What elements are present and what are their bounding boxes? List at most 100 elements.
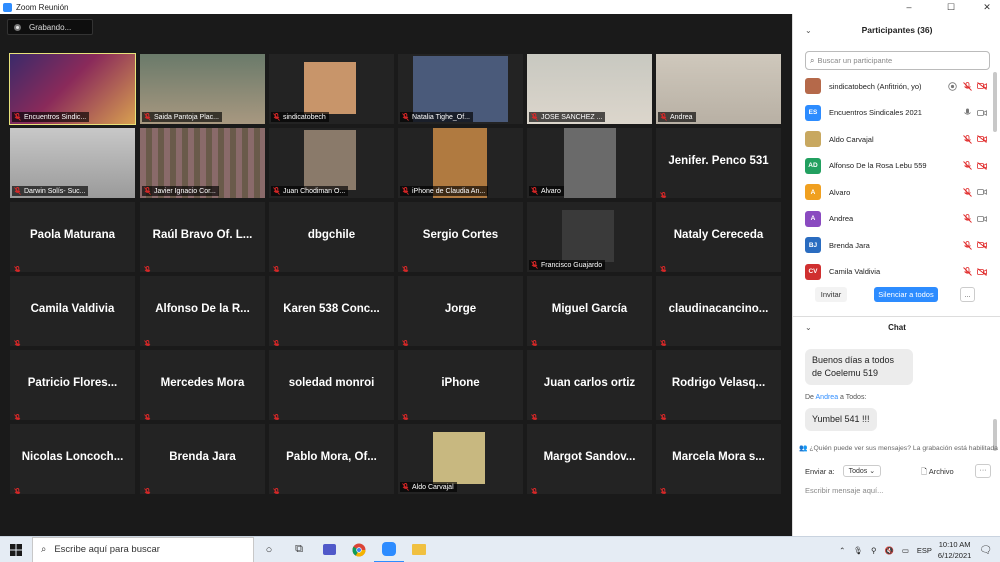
participant-tile[interactable]: Andrea [656,54,781,124]
participant-tile[interactable]: Alvaro [527,128,652,198]
participant-tile[interactable]: Camila Valdivia [10,276,135,346]
notifications-icon[interactable]: 🗨 [979,545,992,556]
participant-tile[interactable]: Alfonso De la R... [140,276,265,346]
participant-tile[interactable]: JOSE SANCHEZ ... [527,54,652,124]
chat-privacy-notice[interactable]: 👥 ¿Quién puede ver sus mensajes? La grab… [799,444,999,452]
participant-tile[interactable]: Nataly Cereceda [656,202,781,272]
mic-muted-icon[interactable] [962,161,972,171]
cortana-icon[interactable]: ○ [254,537,284,562]
mic-muted-icon[interactable] [962,81,972,91]
mic-icon[interactable] [962,108,972,118]
chevron-up-icon[interactable]: ⌃ [839,546,845,555]
participant-tile[interactable]: dbgchile [269,202,394,272]
mic-muted-icon [144,409,151,420]
participant-tile[interactable]: Patricio Flores... [10,350,135,420]
participant-tile[interactable]: Raúl Bravo Of. L... [140,202,265,272]
avatar [805,78,821,94]
participant-tile[interactable]: Natalia Tighe_Of... [398,54,523,124]
participant-tile[interactable]: Francisco Guajardo [527,202,652,272]
participant-name: Karen 538 Conc... [283,303,380,315]
mic-muted-icon[interactable] [962,214,972,224]
task-view-icon[interactable]: ⧉ [284,537,314,562]
chat-message-input[interactable]: Escribir mensaje aquí... [805,486,883,495]
participant-row-name: Camila Valdivia [829,267,881,276]
close-button[interactable]: ✕ [974,0,1000,14]
taskbar-search-input[interactable]: ⌕ Escribe aquí para buscar [32,536,254,562]
participant-row[interactable]: BJ Brenda Jara [805,235,987,255]
participant-tile[interactable]: Juan Chodiman O... [269,128,394,198]
participant-tile[interactable]: Jenifer. Penco 531 [656,128,781,198]
participant-tile[interactable]: Pablo Mora, Of... [269,424,394,494]
participant-tile[interactable]: Brenda Jara [140,424,265,494]
start-button[interactable] [0,537,32,562]
camera-icon[interactable] [977,108,987,118]
participant-row[interactable]: AD Alfonso De la Rosa Lebu 559 [805,156,987,176]
participant-row[interactable]: Aldo Carvajal [805,129,987,149]
send-to-select[interactable]: Todos ⌄ [842,465,882,477]
participant-tile[interactable]: Mercedes Mora [140,350,265,420]
participant-tile[interactable]: iPhone de Claudia An... [398,128,523,198]
camera-off-icon[interactable] [977,161,987,171]
recording-indicator[interactable]: Grabando... [7,19,93,35]
language-indicator[interactable]: ESP [917,546,932,555]
participant-tile[interactable]: claudinacancino... [656,276,781,346]
battery-icon[interactable]: ▭ [902,546,909,555]
file-explorer-icon[interactable] [404,537,434,562]
more-options-button[interactable]: ... [960,287,975,302]
participant-row[interactable]: ES Encuentros Sindicales 2021 [805,103,987,123]
camera-icon[interactable] [977,214,987,224]
participant-row[interactable]: A Alvaro [805,182,987,202]
participant-tile[interactable]: Javier Ignacio Cor... [140,128,265,198]
participant-name: iPhone [441,377,480,389]
participant-scrollbar[interactable] [993,72,997,132]
participant-tile[interactable]: iPhone [398,350,523,420]
mute-all-button[interactable]: Silenciar a todos [874,287,938,302]
participant-tile[interactable]: soledad monroi [269,350,394,420]
camera-off-icon[interactable] [977,81,987,91]
camera-off-icon[interactable] [977,267,987,277]
video-feed [304,130,356,190]
participant-tile[interactable]: Paola Maturana [10,202,135,272]
chrome-icon[interactable] [344,537,374,562]
participant-tile[interactable]: Jorge [398,276,523,346]
clock[interactable]: 10:10 AM 6/12/2021 [938,539,971,561]
participant-row[interactable]: CV Camila Valdivia [805,262,987,282]
zoom-taskbar-icon[interactable] [374,537,404,562]
participant-row[interactable]: sindicatobech (Anfitrión, yo) [805,76,987,96]
camera-off-icon[interactable] [977,240,987,250]
participant-tile[interactable]: Darwin Solís- Suc... [10,128,135,198]
mic-muted-icon[interactable] [962,240,972,250]
participant-row-name: Encuentros Sindicales 2021 [829,108,922,117]
participant-tile[interactable]: Juan carlos ortiz [527,350,652,420]
participant-tile[interactable]: Aldo Carvajal [398,424,523,494]
mic-muted-icon[interactable] [962,267,972,277]
participant-tile[interactable]: Encuentros Sindic... [9,53,136,125]
participant-tile[interactable]: sindicatobech [269,54,394,124]
participant-tile[interactable]: Karen 538 Conc... [269,276,394,346]
maximize-button[interactable]: ☐ [938,0,964,14]
participant-tile[interactable]: Marcela Mora s... [656,424,781,494]
volume-muted-icon[interactable]: 🔇 [884,546,893,555]
camera-off-icon[interactable] [977,134,987,144]
participant-search-input[interactable]: ⌕ Buscar un participante [805,51,990,70]
invite-button[interactable]: Invitar [815,287,847,302]
microphone-icon[interactable]: 🎙 [853,546,863,555]
participant-tile[interactable]: Saida Pantoja Plac... [140,54,265,124]
chat-more-button[interactable]: ··· [975,464,991,478]
windows-icon [10,543,22,556]
people-icon[interactable]: ⚲ [871,546,877,555]
participant-tile[interactable]: Nicolas Loncoch... [10,424,135,494]
participant-tile[interactable]: Margot Sandov... [527,424,652,494]
file-button[interactable]: 🗋 Archivo [921,466,954,479]
camera-icon[interactable] [977,187,987,197]
mic-muted-icon[interactable] [962,134,972,144]
mic-muted-icon [531,187,538,195]
participant-tile[interactable]: Rodrigo Velasq... [656,350,781,420]
participant-tile[interactable]: Miguel García [527,276,652,346]
minimize-button[interactable]: – [896,0,922,14]
participant-tile[interactable]: Sergio Cortes [398,202,523,272]
chat-title: Chat [888,323,906,332]
teams-icon[interactable] [314,537,344,562]
participant-row[interactable]: A Andrea [805,209,987,229]
mic-muted-icon[interactable] [962,187,972,197]
